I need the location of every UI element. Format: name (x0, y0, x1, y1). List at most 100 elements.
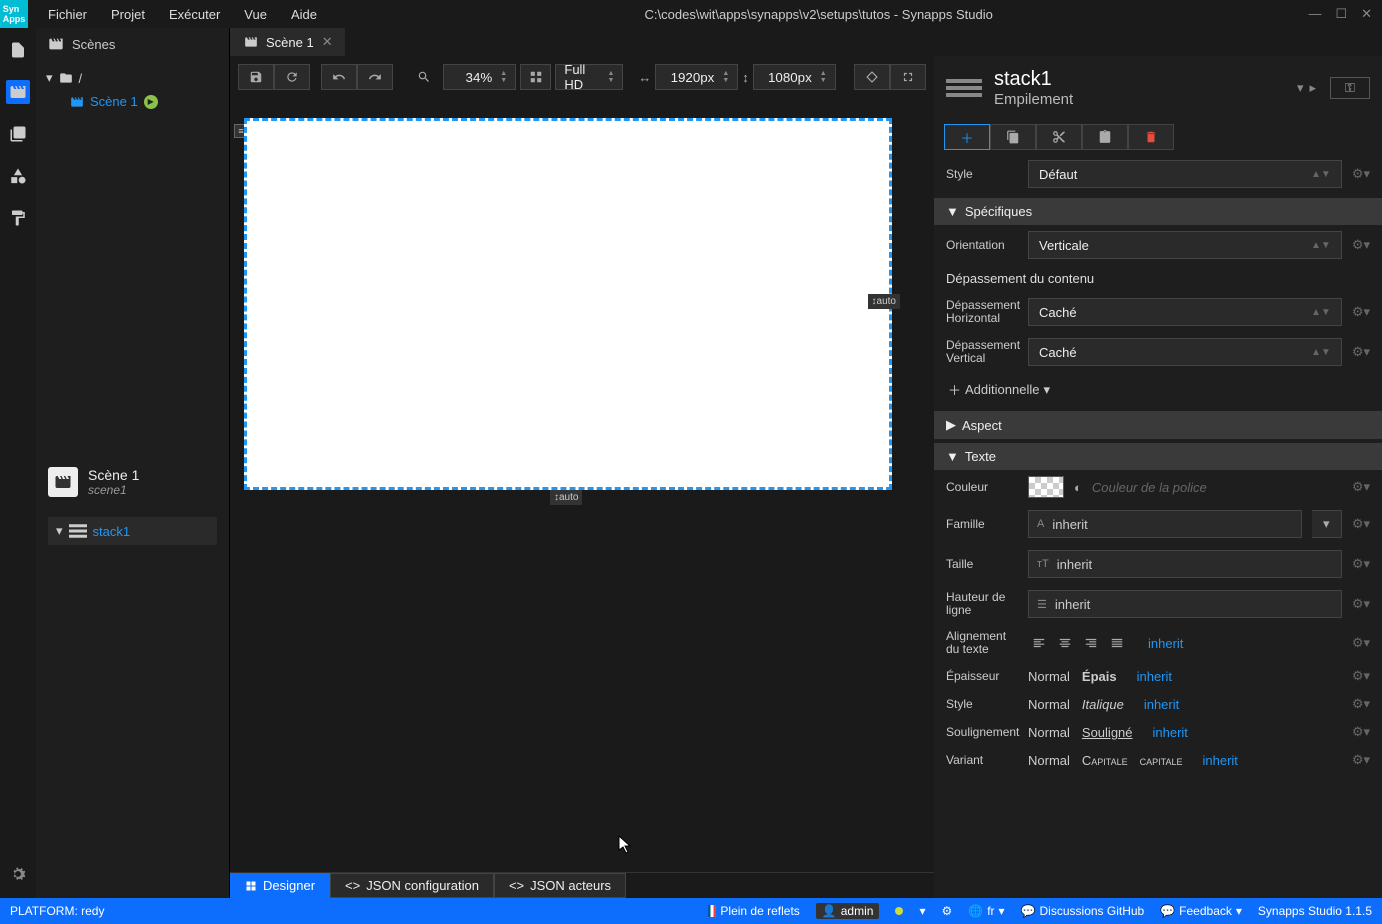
delete-button[interactable] (1128, 124, 1174, 150)
gear-icon[interactable]: ⚙▾ (1352, 635, 1370, 651)
key-button[interactable]: ⚿ (1330, 77, 1370, 99)
gear-icon[interactable]: ⚙▾ (1352, 344, 1370, 360)
section-spec[interactable]: ▼Spécifiques (934, 198, 1382, 225)
paste-button[interactable] (1082, 124, 1128, 150)
bottom-tab-json-actors[interactable]: <> JSON acteurs (494, 873, 626, 898)
color-label: Couleur (946, 480, 1018, 494)
canvas-width-handle[interactable]: ↕auto (868, 294, 900, 309)
font-family-input[interactable]: Ainherit (1028, 510, 1302, 538)
zoom-input[interactable]: ▲▼ (443, 64, 516, 90)
status-feedback[interactable]: 💬Feedback▾ (1160, 904, 1242, 918)
align-inherit[interactable]: inherit (1148, 636, 1183, 651)
nav-shapes-icon[interactable] (6, 164, 30, 188)
tree-scene-1[interactable]: Scène 1 ▶ (36, 90, 229, 113)
canvas-height-input[interactable]: ▲▼ (753, 64, 836, 90)
menu-run[interactable]: Exécuter (157, 1, 232, 28)
search-icon[interactable] (408, 64, 439, 90)
color-swatch[interactable] (1028, 476, 1064, 498)
tab-close-icon[interactable]: ✕ (322, 34, 333, 50)
status-theme[interactable]: Plein de reflets (708, 904, 799, 918)
nav-next-icon[interactable]: ▸ (1309, 80, 1316, 96)
gear-icon[interactable]: ⚙▾ (1352, 479, 1370, 495)
section-texte[interactable]: ▼Texte (934, 443, 1382, 470)
gear-icon[interactable]: ⚙▾ (1352, 668, 1370, 684)
nav-settings-icon[interactable] (6, 862, 30, 886)
status-lang[interactable]: 🌐fr▾ (968, 904, 1004, 918)
status-discussions[interactable]: 💬Discussions GitHub (1021, 904, 1145, 918)
canvas-artboard[interactable] (244, 118, 892, 490)
underline-on[interactable]: Souligné (1082, 725, 1133, 740)
gear-icon[interactable]: ⚙▾ (1352, 696, 1370, 712)
refresh-button[interactable] (274, 64, 310, 90)
bottom-tab-json-config[interactable]: <> JSON configuration (330, 873, 494, 898)
weight-inherit[interactable]: inherit (1137, 669, 1172, 684)
nav-scenes-icon[interactable] (6, 80, 30, 104)
nav-files-icon[interactable] (6, 38, 30, 62)
nav-prev-icon[interactable]: ▾ (1297, 80, 1304, 96)
gear-icon[interactable]: ⚙▾ (1352, 237, 1370, 253)
variant-cap1[interactable]: Capitale (1082, 753, 1128, 768)
play-icon[interactable]: ▶ (144, 95, 158, 109)
rotate-button[interactable] (854, 64, 890, 90)
gear-icon[interactable]: ⚙▾ (1352, 516, 1370, 532)
weight-normal[interactable]: Normal (1028, 669, 1070, 684)
gear-icon[interactable]: ⚙▾ (1352, 304, 1370, 320)
style-normal[interactable]: Normal (1028, 697, 1070, 712)
resolution-preset[interactable]: Full HD▲▼ (555, 64, 623, 90)
fit-screen-icon[interactable] (520, 64, 551, 90)
tab-scene-1[interactable]: Scène 1 ✕ (230, 28, 346, 56)
gear-icon[interactable]: ⚙▾ (1352, 724, 1370, 740)
close-icon[interactable]: ✕ (1361, 6, 1372, 22)
section-aspect[interactable]: ▶Aspect (934, 411, 1382, 439)
menu-file[interactable]: Fichier (36, 1, 99, 28)
chevron-down-icon[interactable]: ▾ (1312, 510, 1342, 538)
gear-icon[interactable]: ⚙▾ (1352, 752, 1370, 768)
undo-button[interactable] (321, 64, 357, 90)
contrast-icon[interactable]: ◐ (1074, 480, 1082, 495)
copy-button[interactable] (990, 124, 1036, 150)
gear-icon[interactable]: ⚙ (941, 904, 952, 918)
tree-root-folder[interactable]: ▾ / (36, 66, 229, 90)
gear-icon[interactable]: ⚙▾ (1352, 596, 1370, 612)
cut-button[interactable] (1036, 124, 1082, 150)
maximize-icon[interactable]: ☐ (1335, 6, 1347, 22)
overflow-h-select[interactable]: Caché▲▼ (1028, 298, 1342, 326)
variant-normal[interactable]: Normal (1028, 753, 1070, 768)
color-placeholder[interactable]: Couleur de la police (1092, 480, 1342, 495)
canvas-width-input[interactable]: ▲▼ (655, 64, 738, 90)
overflow-v-select[interactable]: Caché▲▼ (1028, 338, 1342, 366)
orientation-select[interactable]: Verticale▲▼ (1028, 231, 1342, 259)
add-button[interactable]: ＋ (944, 124, 990, 150)
gear-icon[interactable]: ⚙▾ (1352, 166, 1370, 182)
underline-inherit[interactable]: inherit (1153, 725, 1188, 740)
align-justify-button[interactable] (1106, 632, 1128, 654)
menu-view[interactable]: Vue (232, 1, 279, 28)
minimize-icon[interactable]: — (1308, 6, 1321, 22)
font-size-input[interactable]: тTinherit (1028, 550, 1342, 578)
align-center-button[interactable] (1054, 632, 1076, 654)
bottom-tab-designer[interactable]: Designer (230, 873, 330, 898)
dropdown-icon[interactable]: ▾ (919, 904, 925, 918)
style-select[interactable]: Défaut▲▼ (1028, 160, 1342, 188)
canvas-height-handle[interactable]: ↕auto (550, 490, 582, 505)
status-user[interactable]: 👤 admin (816, 903, 880, 919)
actor-tree-stack1[interactable]: ▾ stack1 (48, 517, 217, 545)
additional-toggle[interactable]: ＋ Additionnelle ▾ (934, 372, 1382, 407)
line-height-input[interactable]: ☰inherit (1028, 590, 1342, 618)
save-button[interactable] (238, 64, 274, 90)
gear-icon[interactable]: ⚙▾ (1352, 556, 1370, 572)
menu-project[interactable]: Projet (99, 1, 157, 28)
align-left-button[interactable] (1028, 632, 1050, 654)
fullscreen-button[interactable] (890, 64, 926, 90)
variant-cap2[interactable]: capitale (1140, 753, 1183, 768)
menu-help[interactable]: Aide (279, 1, 329, 28)
align-right-button[interactable] (1080, 632, 1102, 654)
nav-paint-icon[interactable] (6, 206, 30, 230)
style-inherit[interactable]: inherit (1144, 697, 1179, 712)
weight-bold[interactable]: Épais (1082, 669, 1117, 684)
redo-button[interactable] (357, 64, 393, 90)
nav-library-icon[interactable] (6, 122, 30, 146)
style-italic[interactable]: Italique (1082, 697, 1124, 712)
underline-normal[interactable]: Normal (1028, 725, 1070, 740)
variant-inherit[interactable]: inherit (1203, 753, 1238, 768)
